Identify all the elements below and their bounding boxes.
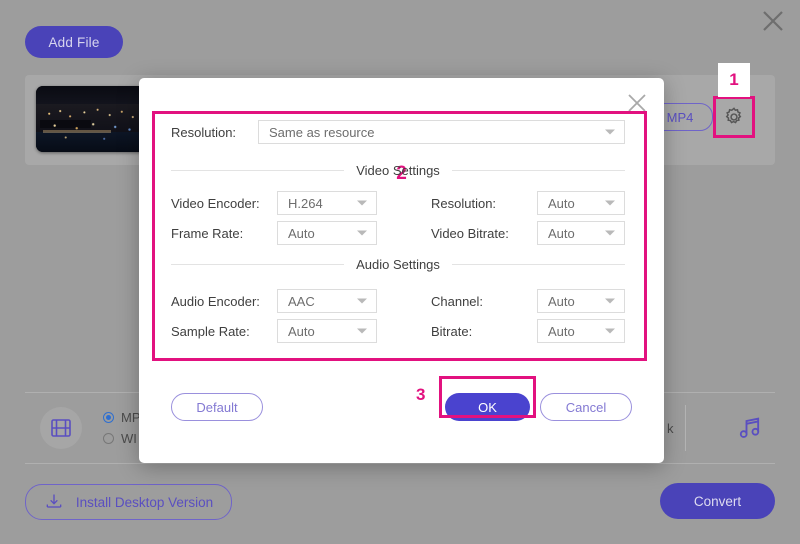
annotation-step-1: 1	[718, 63, 750, 97]
radio-option-label-1: WI	[121, 431, 137, 446]
convert-button[interactable]: Convert	[660, 483, 775, 519]
output-type-radio-group[interactable]: MP WI	[103, 407, 141, 449]
film-icon	[40, 407, 82, 449]
output-format-label: MP4	[666, 109, 694, 125]
install-desktop-version-button[interactable]: Install Desktop Version	[25, 484, 232, 520]
cancel-label: Cancel	[565, 399, 607, 415]
annotation-highlight-settings	[152, 111, 647, 361]
default-button[interactable]: Default	[171, 393, 263, 421]
radio-dot-icon	[103, 433, 114, 444]
bar-divider-2	[685, 405, 686, 451]
radio-option-wi[interactable]: WI	[103, 428, 141, 449]
add-file-button[interactable]: Add File	[25, 26, 123, 58]
music-note-icon[interactable]	[730, 408, 770, 448]
cancel-button[interactable]: Cancel	[540, 393, 632, 421]
install-label: Install Desktop Version	[75, 494, 214, 510]
annotation-highlight-gear	[713, 96, 755, 138]
settings-dialog: 2 Resolution: Same as resource Video Set…	[139, 78, 664, 463]
radio-option-label-0: MP	[121, 410, 141, 425]
bitrate-value: k	[667, 421, 674, 436]
radio-option-mp[interactable]: MP	[103, 407, 141, 428]
default-label: Default	[196, 399, 238, 415]
convert-label: Convert	[693, 493, 742, 509]
close-window-icon[interactable]	[758, 6, 788, 36]
download-icon	[44, 492, 64, 512]
annotation-highlight-ok	[439, 376, 536, 418]
add-file-label: Add File	[48, 34, 100, 50]
radio-dot-selected-icon	[103, 412, 114, 423]
annotation-step-3: 3	[416, 385, 426, 404]
dialog-footer: Default OK Cancel	[139, 383, 664, 423]
video-thumbnail	[36, 86, 146, 152]
